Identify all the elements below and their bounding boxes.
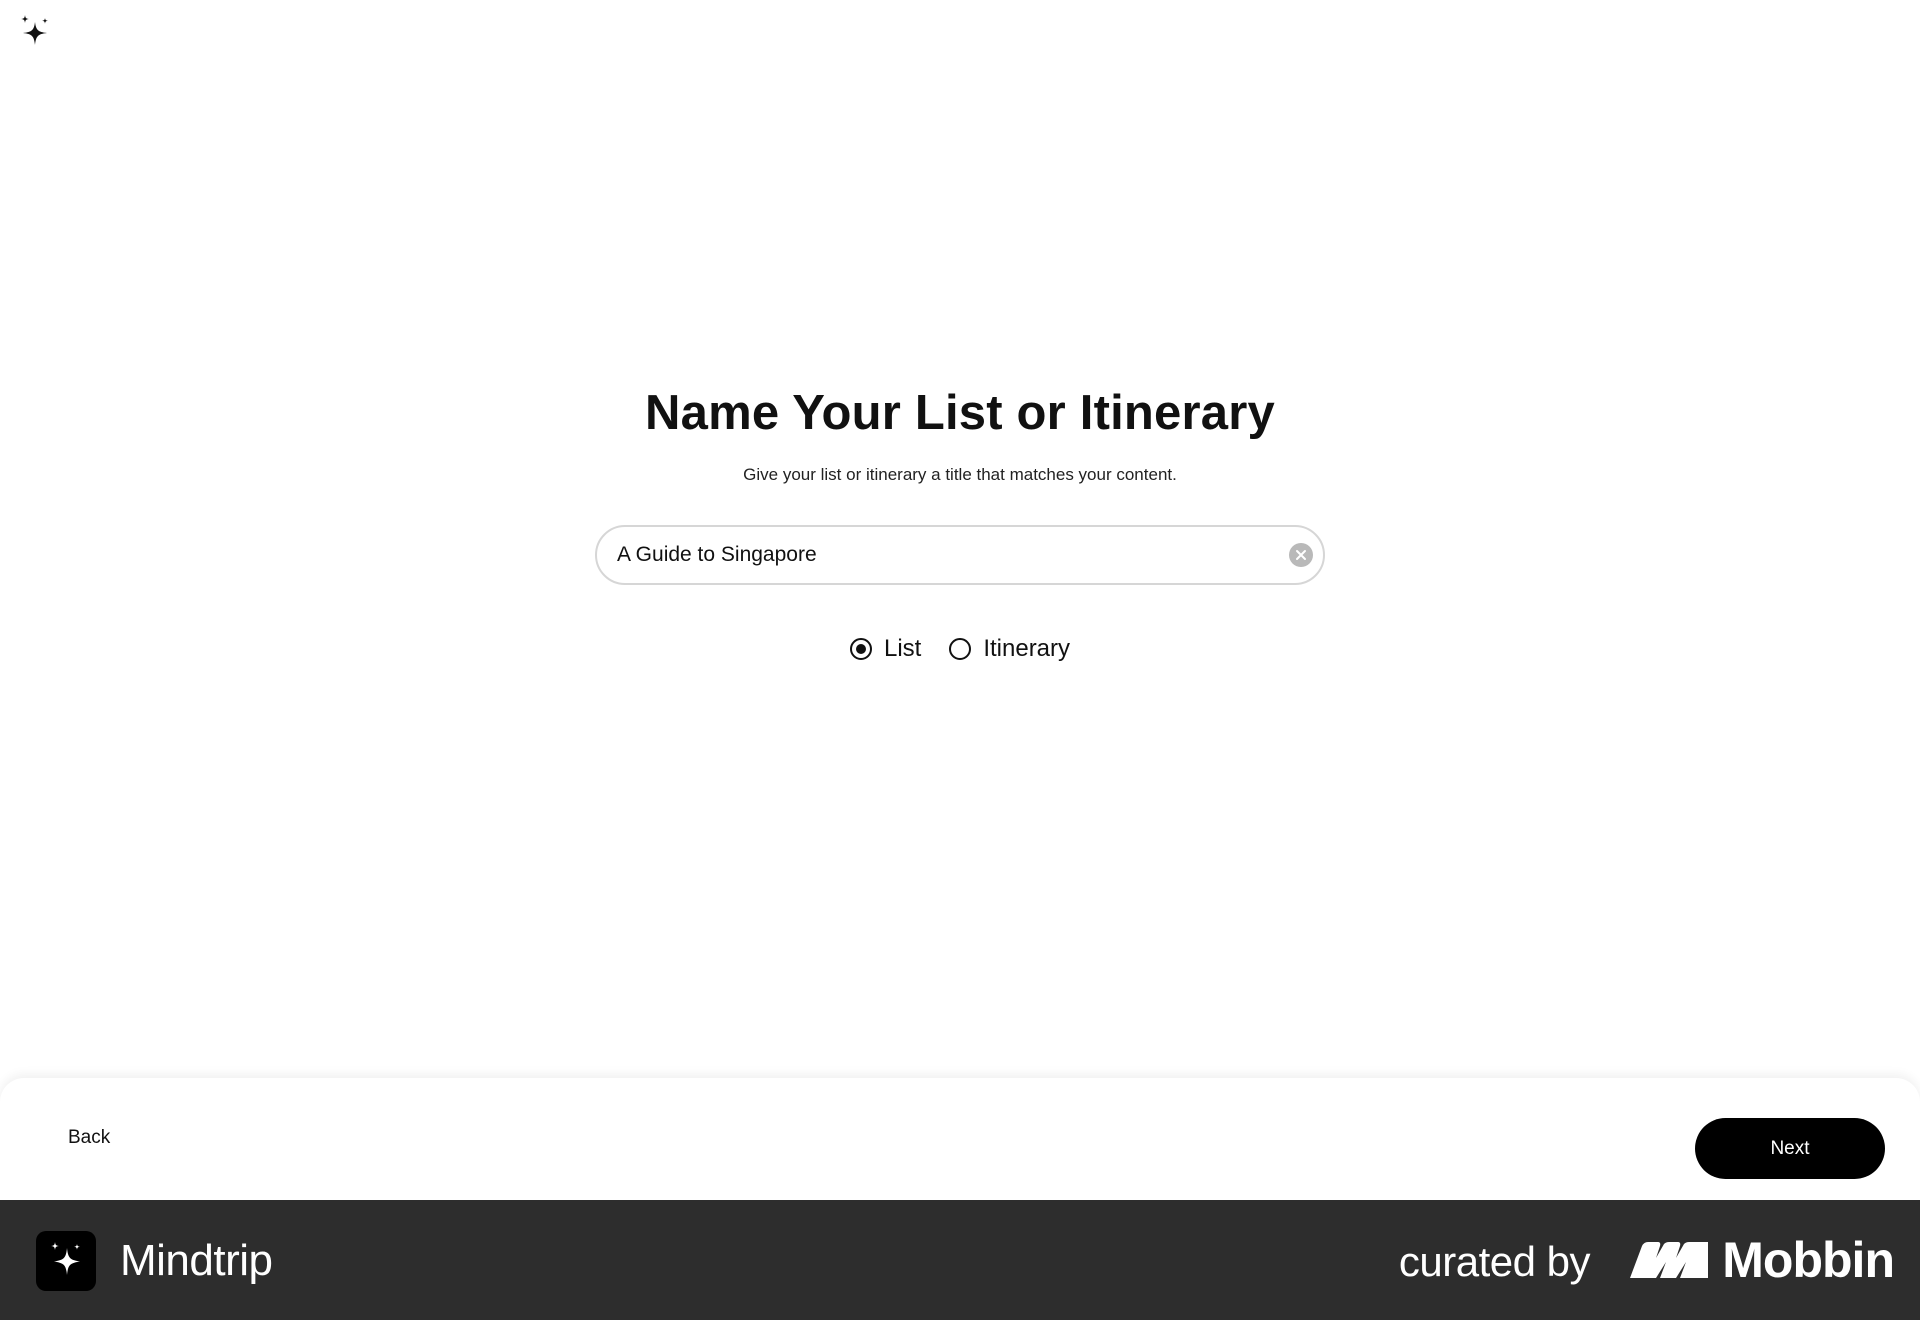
radio-option-itinerary[interactable]: Itinerary: [949, 635, 1070, 663]
radio-button-list[interactable]: [849, 638, 872, 660]
clear-input-button[interactable]: [1289, 543, 1313, 567]
bottom-action-bar: Back Next: [0, 1078, 1920, 1200]
curated-by-label: curated by: [1398, 1238, 1591, 1285]
mobbin-brand: Mobbin: [1628, 1232, 1895, 1288]
mobbin-logo-icon: [1630, 1242, 1709, 1278]
back-button[interactable]: Back: [52, 1108, 126, 1168]
page-title: Name Your List or Itinerary: [645, 386, 1275, 440]
app-name: Mindtrip: [120, 1236, 273, 1285]
radio-button-itinerary[interactable]: [949, 638, 972, 660]
sparkle-icon: [51, 1242, 80, 1275]
type-radio-group: List Itinerary: [849, 635, 1070, 663]
radio-label-list: List: [883, 635, 922, 662]
radio-option-list[interactable]: List: [849, 635, 922, 663]
app-icon: [36, 1231, 96, 1291]
footer-banner: Mindtrip curated by Mobbin: [0, 1200, 1920, 1320]
radio-label-itinerary: Itinerary: [983, 635, 1071, 662]
title-input-container: [595, 525, 1325, 585]
brand-name: Mobbin: [1722, 1232, 1895, 1288]
page: Name Your List or Itinerary Give your li…: [0, 0, 1920, 1320]
main-content: Name Your List or Itinerary Give your li…: [0, 0, 1920, 1078]
page-subtitle: Give your list or itinerary a title that…: [743, 465, 1177, 484]
clear-circle-icon: [1296, 550, 1306, 560]
title-input[interactable]: [617, 543, 1289, 567]
next-button[interactable]: Next: [1695, 1118, 1885, 1179]
